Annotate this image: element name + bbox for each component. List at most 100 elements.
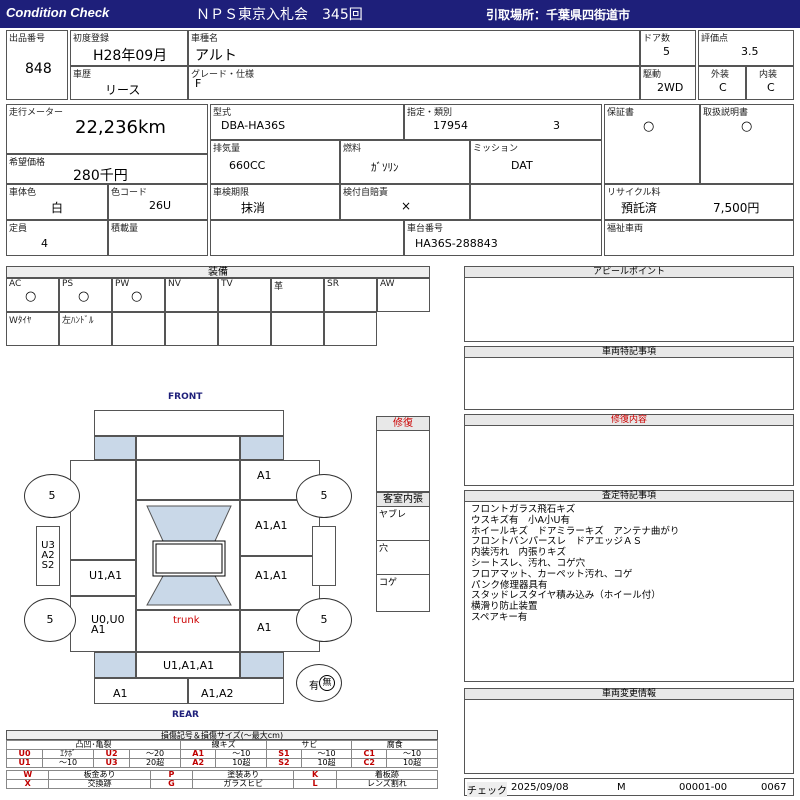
rear-bumper: U1,A1,A1 (136, 652, 240, 678)
spare-tire: 有 無 (296, 664, 342, 702)
fl-corner (94, 436, 136, 460)
front-door-left: U1,A1 (70, 560, 136, 596)
mark-rear-left: A1 (113, 687, 128, 700)
interior-item-2: 穴 (377, 541, 429, 575)
equipment-item: 革 (271, 278, 324, 312)
interior-item-3: コゲ (377, 575, 429, 609)
repair-title: 修復 (377, 417, 429, 431)
mark-quarter-right: A1 (257, 621, 272, 634)
equipment-item: Wﾀｲﾔ (6, 312, 59, 346)
footer-check-label: チェック (467, 782, 507, 797)
equipment-item: SR (324, 278, 377, 312)
equipment-label: PW (115, 279, 130, 289)
equipment-item: TV (218, 278, 271, 312)
legend-cell: C2 (351, 758, 388, 768)
colorcode-value: 26U (149, 199, 172, 212)
inspection-expiry-cell: 車検期限 抹消 (210, 184, 340, 220)
trunk-label: trunk (173, 615, 200, 626)
mileage-value: 22,236km (75, 117, 166, 138)
hood (136, 460, 240, 500)
rr-corner (240, 652, 284, 678)
equipment-label: 左ﾊﾝﾄﾞﾙ (62, 316, 94, 326)
ext-cell: 外装 C (698, 66, 746, 100)
logo: Condition Check (6, 5, 110, 20)
equipment-mark: ○ (25, 289, 37, 304)
rear-label: REAR (172, 710, 199, 720)
price-cell: 希望価格 280千円 (6, 154, 208, 184)
manual-label: 取扱説明書 (703, 108, 749, 118)
legend-code-cell: G (149, 779, 194, 789)
special-title: 車両特記事項 (465, 347, 793, 358)
grade-cell: グレード・仕様 F (188, 66, 640, 100)
interior-item-2-label: 穴 (379, 544, 389, 554)
history-value: リース (105, 83, 141, 97)
change-panel: 車両変更情報 (464, 688, 794, 774)
equipment-item: PW ○ (112, 278, 165, 312)
manual-mark: ○ (741, 119, 753, 134)
fuel-value: ｶﾞｿﾘﾝ (371, 161, 399, 174)
equipment-label: SR (327, 279, 339, 289)
interior-item-1: ヤブレ (377, 507, 429, 541)
insurance-cell: 検付自賠責 × (340, 184, 470, 220)
special-panel: 車両特記事項 (464, 346, 794, 410)
recycle-cell: リサイクル料 預託済 7,500円 (604, 184, 794, 220)
tire-front-right: 5 (296, 474, 352, 518)
inspection-expiry-label: 車検期限 (213, 188, 250, 198)
price-label: 希望価格 (9, 158, 46, 168)
change-title: 車両変更情報 (465, 689, 793, 700)
recycle-status: 預託済 (621, 201, 658, 215)
capacity-label: 定員 (9, 224, 28, 234)
mileage-cell: 走行メーター 22,236km (6, 104, 208, 154)
legend-cell: U3 (92, 758, 131, 768)
equipment-title: 装備 (6, 266, 430, 278)
legend-code-cell: X (5, 779, 50, 789)
legend-cell: U1 (5, 758, 44, 768)
name-cell: 車種名 アルト (188, 30, 640, 66)
equipment-label: TV (221, 279, 233, 289)
spare-mark: 無 (319, 675, 335, 691)
quarter-left: U0,U0 A1 (70, 596, 136, 652)
lot-number: 848 (25, 61, 52, 77)
mileage-label: 走行メーター (9, 108, 64, 118)
footer-date: 2025/09/08 (511, 782, 569, 793)
inspection-note-line: スペアキー有 (471, 611, 528, 623)
tire-front-left: 5 (24, 474, 80, 518)
front-label: FRONT (168, 392, 203, 402)
rl-corner (94, 652, 136, 678)
first-reg-value: H28年09月 (93, 48, 168, 64)
equipment-item (324, 312, 377, 346)
displacement-value: 660CC (229, 159, 266, 172)
equipment-label: NV (168, 279, 181, 289)
legend-code-cell: ガラスヒビ (192, 779, 295, 789)
displacement-label: 排気量 (213, 144, 241, 154)
legend-table: 凸凹･亀裂 線キズ サビ 腐食 U0 ｴｸﾎﾞ U2 ～20 A1 ～10 S1 ～10 C1 ～10 U1… (5, 740, 438, 768)
equipment-item: AC ○ (6, 278, 59, 312)
inspection-notes-title: 査定特記事項 (465, 491, 793, 502)
hood-top (136, 436, 240, 460)
rating-value: 3.5 (741, 45, 759, 58)
inspection-notes-panel: 査定特記事項 フロントガラス飛石キズ ウスキズ有 小A小U有 ホイールキズ ドアミラ… (464, 490, 794, 682)
equipment-item (112, 312, 165, 346)
interior-title: 客室内張 (377, 493, 429, 507)
legend-title: 損傷記号＆損傷サイズ(～最大cm) (6, 730, 438, 740)
equipment-item (271, 312, 324, 346)
side-glass-left: U3 A2 S2 (36, 526, 60, 586)
drive-cell: 駆動 2WD (640, 66, 696, 100)
auction-title: ＮＰＳ東京入札会 345回 (196, 7, 363, 23)
designation-value: 17954 (433, 119, 468, 132)
equipment-item (218, 312, 271, 346)
footer-bar: チェック 2025/09/08 M 00001-00 0067 (464, 778, 794, 797)
legend-codes: W 板金あり P 塗装あり K 着板跡 X 交換跡 G ガラスヒビ L レンズ割れ (5, 770, 439, 789)
legend-code-cell: L (293, 779, 337, 789)
model-value: DBA-HA36S (221, 119, 286, 132)
mark-rear-bumper: U1,A1,A1 (163, 659, 215, 672)
spare-label: 有 (309, 681, 319, 692)
grade-value: F (195, 77, 202, 90)
mark-front-door-left: U1,A1 (89, 569, 123, 582)
legend-code-cell: 交換跡 (48, 779, 151, 789)
equipment-label: PS (62, 279, 74, 289)
history-label: 車歴 (73, 70, 92, 80)
recycle-label: リサイクル料 (607, 188, 661, 198)
model-label: 型式 (213, 108, 232, 118)
legend-cell: A2 (179, 758, 217, 768)
